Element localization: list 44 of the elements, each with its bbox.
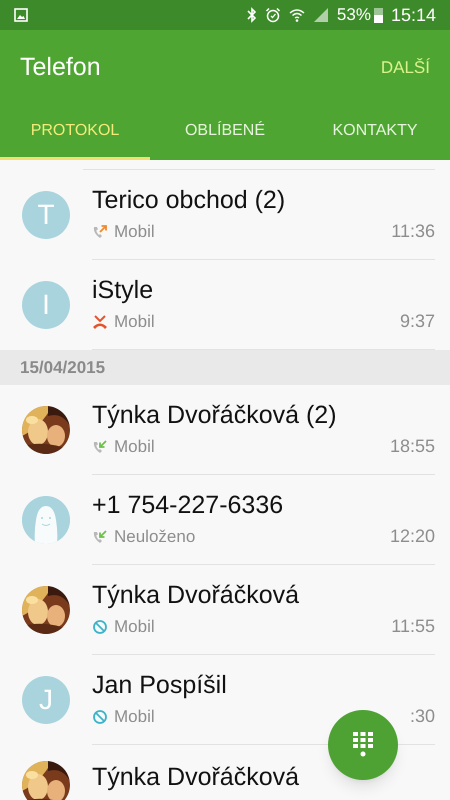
contact-name: Terico obchod (2) <box>92 185 286 216</box>
app-title: Telefon <box>20 52 101 83</box>
phone-type: Mobil <box>114 436 155 458</box>
contact-avatar: T <box>22 191 70 239</box>
call-time: 12:20 <box>390 525 435 548</box>
contact-avatar: J <box>22 676 70 724</box>
incoming-call-icon <box>92 438 108 454</box>
missed-call-icon <box>92 314 108 330</box>
tab[interactable]: OBLÍBENÉ <box>150 105 300 160</box>
person-placeholder-icon <box>22 496 70 544</box>
phone-type: Mobil <box>114 220 155 243</box>
image-icon <box>14 8 28 22</box>
phone-type: Neuloženo <box>114 526 196 548</box>
incoming-call-icon <box>92 528 108 544</box>
bluetooth-icon <box>246 7 257 23</box>
contact-name: Týnka Dvořáčková <box>92 580 300 611</box>
clock-time: 15:14 <box>390 4 436 26</box>
contact-name: Týnka Dvořáčková <box>92 762 300 793</box>
dialpad-icon <box>353 732 373 758</box>
phone-type: Mobil <box>114 310 155 333</box>
tab[interactable]: KONTAKTY <box>300 105 450 160</box>
battery-percentage: 53% <box>336 4 371 26</box>
contact-name: +1 754-227-6336 <box>92 490 284 521</box>
call-time: 11:55 <box>391 615 435 638</box>
blocked-call-icon <box>92 708 108 724</box>
call-time: 9:37 <box>400 310 435 333</box>
more-button[interactable]: DALŠÍ <box>380 54 430 80</box>
signal-icon <box>312 7 329 23</box>
phone-type: Mobil <box>114 706 155 728</box>
contact-name: iStyle <box>92 275 154 306</box>
blocked-call-icon <box>92 618 108 634</box>
battery-icon <box>374 8 383 22</box>
call-time: :30 <box>410 705 435 728</box>
contact-name: Týnka Dvořáčková (2) <box>92 400 338 431</box>
tab[interactable]: PROTOKOL <box>0 105 150 160</box>
contact-name: Jan Pospíšil <box>92 670 228 701</box>
alarm-icon <box>264 7 281 23</box>
phone-type: Mobil <box>114 616 155 638</box>
date-header: 15/04/2015 <box>20 356 106 379</box>
outgoing-call-icon <box>92 224 108 240</box>
call-time: 18:55 <box>390 435 435 458</box>
contact-avatar: I <box>22 281 70 329</box>
wifi-icon <box>288 7 305 23</box>
call-time: 11:36 <box>391 220 435 243</box>
